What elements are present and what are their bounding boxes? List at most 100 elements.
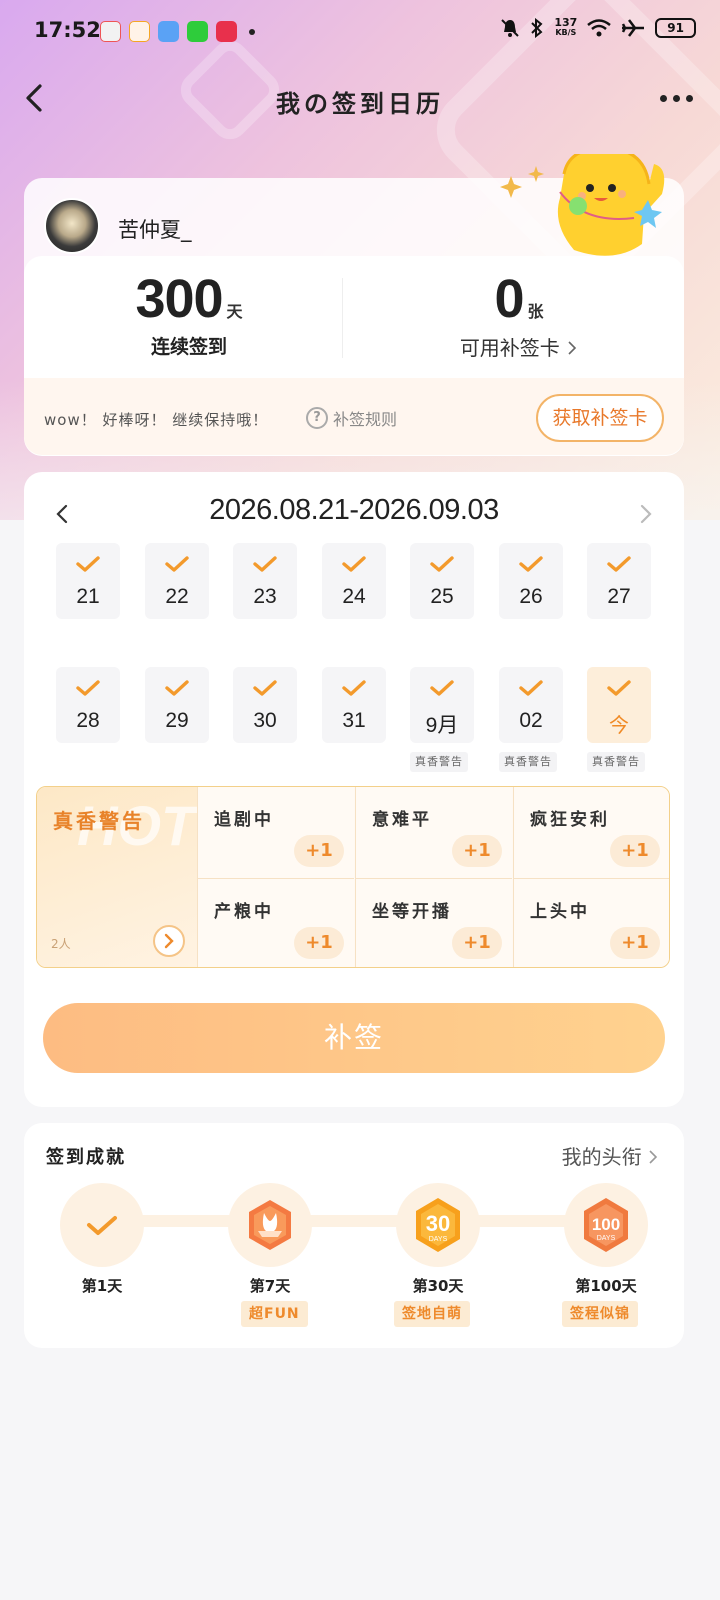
check-icon	[76, 556, 100, 572]
chevron-right-icon	[640, 504, 652, 524]
hot-option-cell[interactable]: 坐等开播 +1	[355, 878, 512, 967]
makeup-card-unit: 张	[527, 302, 544, 321]
hot-option-label: 意难平	[372, 810, 432, 830]
achievement-day-label: 第30天	[412, 1277, 464, 1295]
plus-one-button[interactable]: +1	[294, 927, 344, 959]
calendar-card: 2026.08.21-2026.09.03 21 22 23 24 25 26 27 28 29…	[24, 472, 684, 1107]
hot-option-label: 坐等开播	[372, 902, 452, 922]
calendar-day[interactable]: 27	[587, 543, 651, 619]
calendar-day-today[interactable]: 今	[587, 667, 651, 743]
more-options-button[interactable]	[652, 84, 700, 112]
check-icon	[430, 680, 454, 696]
hot-option-cell[interactable]: 上头中 +1	[513, 878, 669, 967]
username: 苦仲夏_	[118, 218, 192, 242]
hot-topic-panel: HOT 真香警告 2人 追剧中 +1 意难平 +1 疯狂安利 +1 产粮中 +1…	[36, 786, 670, 968]
calendar-day[interactable]: 22	[145, 543, 209, 619]
check-icon	[253, 680, 277, 696]
plus-one-button[interactable]: +1	[610, 927, 660, 959]
check-icon	[342, 556, 366, 572]
achievements-title: 签到成就	[46, 1147, 126, 1168]
check-icon	[253, 556, 277, 572]
hot-topic-title: 真香警告	[53, 809, 145, 833]
makeup-card-stat[interactable]: 0张 可用补签卡	[354, 268, 684, 361]
hot-option-cell[interactable]: 意难平 +1	[355, 787, 512, 878]
calendar-day-label: 02	[519, 709, 543, 732]
plus-one-button[interactable]: +1	[452, 927, 502, 959]
calendar-day[interactable]: 21	[56, 543, 120, 619]
avatar[interactable]	[44, 198, 100, 254]
calendar-day[interactable]: 29	[145, 667, 209, 743]
makeup-sign-in-button[interactable]: 补签	[43, 1003, 665, 1073]
system-status: 137 KB/S 91	[500, 17, 696, 38]
notification-app-icon	[100, 21, 121, 42]
notification-icons	[100, 21, 255, 42]
calendar-day[interactable]: 02	[499, 667, 563, 743]
encouragement-text: wow！ 好棒呀！ 继续保持哦！	[44, 411, 269, 429]
hot-option-cell[interactable]: 产粮中 +1	[197, 878, 354, 967]
hot-topic-go-button[interactable]	[153, 925, 185, 957]
calendar-day-label: 30	[253, 709, 277, 732]
30-days-badge-icon: 30DAYS	[416, 1198, 460, 1252]
hot-topic-summary[interactable]: HOT 真香警告 2人	[37, 787, 197, 967]
calendar-day-label: 23	[253, 585, 277, 608]
makeup-rules-link[interactable]: ? 补签规则	[306, 406, 397, 430]
calendar-day[interactable]: 25	[410, 543, 474, 619]
get-makeup-card-button[interactable]: 获取补签卡	[536, 394, 664, 442]
makeup-card-count: 0	[494, 269, 524, 329]
calendar-day-label: 31	[342, 709, 366, 732]
check-icon	[87, 1216, 117, 1235]
achievement-title-badge: 超FUN	[241, 1301, 308, 1327]
game-app-icon	[216, 21, 237, 42]
achievement-progress-line	[104, 1215, 604, 1227]
achievement-node[interactable]	[60, 1183, 144, 1267]
achievements-card: 签到成就 我的头衔 30 DAYS 100 DAYS 第1天 第7天 第30天 第1…	[24, 1123, 684, 1348]
chevron-right-icon	[164, 933, 174, 949]
next-range-button[interactable]	[634, 500, 658, 528]
hot-option-cell[interactable]: 追剧中 +1	[197, 787, 354, 878]
achievement-node[interactable]	[228, 1183, 312, 1267]
my-titles-link[interactable]: 我的头衔	[562, 1141, 658, 1170]
mascot-illustration	[500, 154, 665, 256]
achievement-day-label: 第1天	[81, 1277, 123, 1295]
airplane-mode-icon	[622, 19, 645, 37]
check-icon	[519, 556, 543, 572]
calendar-day-label: 26	[519, 585, 543, 608]
calendar-day[interactable]: 30	[233, 667, 297, 743]
calendar-day[interactable]: 23	[233, 543, 297, 619]
stat-divider	[342, 278, 343, 358]
calendar-day[interactable]: 24	[322, 543, 386, 619]
100-days-badge-icon: 100DAYS	[584, 1198, 628, 1252]
calendar-day[interactable]: 31	[322, 667, 386, 743]
hot-option-cell[interactable]: 疯狂安利 +1	[513, 787, 669, 878]
plus-one-button[interactable]: +1	[294, 835, 344, 867]
check-icon	[607, 680, 631, 696]
streak-label: 连续签到	[150, 336, 227, 358]
streak-stat: 300 天 连续签到	[24, 268, 354, 359]
profile-card: 苦仲夏_ 300 天 连续签到 0张 可用补签卡 wow！ 好棒呀！ 继续保持哦！	[24, 154, 684, 456]
plus-one-button[interactable]: +1	[452, 835, 502, 867]
makeup-rules-label: 补签规则	[333, 410, 398, 429]
day-tag: 真香警告	[410, 752, 468, 772]
calendar-day-label: 29	[165, 709, 189, 732]
calendar-day[interactable]: 9月	[410, 667, 474, 743]
calendar-day[interactable]: 26	[499, 543, 563, 619]
svg-text:30: 30	[426, 1211, 450, 1236]
makeup-card-label[interactable]: 可用补签卡	[354, 332, 684, 361]
achievement-title-badge: 签程似锦	[562, 1301, 638, 1327]
mute-bell-icon	[501, 19, 520, 37]
date-range: 2026.08.21-2026.09.03	[209, 494, 499, 526]
achievement-node[interactable]: 100 DAYS	[564, 1183, 648, 1267]
weibo-icon	[129, 21, 150, 42]
hot-option-label: 上头中	[530, 902, 590, 922]
svg-text:DAYS: DAYS	[597, 1235, 616, 1242]
hot-option-label: 疯狂安利	[530, 810, 610, 830]
app-store-icon	[187, 21, 208, 42]
achievement-node[interactable]: 30 DAYS	[396, 1183, 480, 1267]
bunny-badge-icon	[249, 1200, 291, 1250]
calendar-day[interactable]: 28	[56, 667, 120, 743]
weather-icon	[158, 21, 179, 42]
bluetooth-icon	[531, 18, 543, 38]
achievement-day-label: 第7天	[249, 1277, 291, 1295]
plus-one-button[interactable]: +1	[610, 835, 660, 867]
day-tag: 真香警告	[587, 752, 645, 772]
